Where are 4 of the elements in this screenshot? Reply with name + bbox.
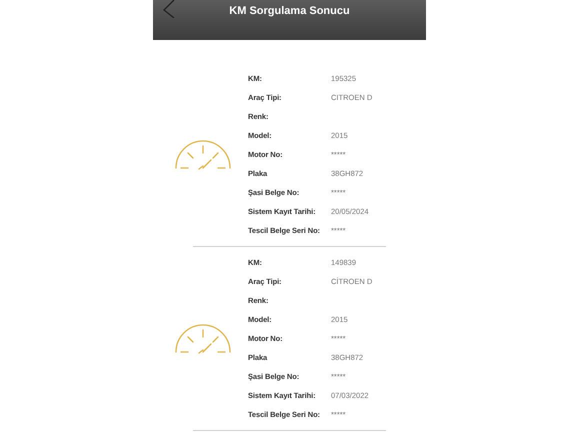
speedometer-icon (175, 324, 231, 354)
screen-title: KM Sorgulama Sonucu (228, 5, 351, 17)
speedometer-icon (175, 140, 231, 170)
back-icon[interactable] (163, 0, 175, 18)
